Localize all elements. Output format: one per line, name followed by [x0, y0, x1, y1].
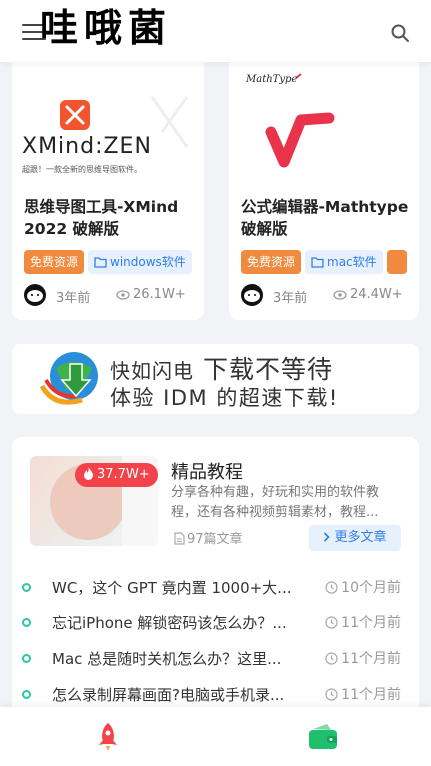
clock-icon	[325, 581, 338, 594]
rocket-icon[interactable]	[95, 722, 121, 752]
more-articles-button[interactable]: 更多文章	[309, 525, 401, 551]
view-count-value: 24.4W+	[350, 287, 403, 302]
view-count-value: 26.1W+	[133, 287, 186, 302]
section-description: 分享各种有趣，好玩和实用的软件教程，还有各种视频剪辑素材，教程...	[171, 485, 380, 520]
thumb-caption: 超跟！一款全新的思维导图软件。	[22, 165, 142, 174]
list-item[interactable]: 怎么录制屏幕画面?电脑或手机录... 11个月前	[22, 683, 402, 707]
site-logo[interactable]: 哇哦菌	[40, 8, 172, 48]
bullet-dot	[22, 654, 31, 663]
author-avatar[interactable]	[24, 284, 46, 306]
article-count: 97篇文章	[174, 528, 243, 547]
article-time: 10个月前	[325, 576, 401, 600]
clock-icon	[325, 652, 338, 665]
article-title[interactable]: Mac 总是随时关机怎么办？这里...	[52, 647, 304, 671]
post-card-xmind[interactable]: XMind:ZEN 超跟！一款全新的思维导图软件。	[12, 52, 204, 320]
folder-icon	[94, 257, 107, 268]
tag-free[interactable]: 免费资源	[24, 250, 85, 274]
view-count: 26.1W+	[116, 287, 186, 302]
banner-headline: 快如闪电 下载不等待	[110, 350, 333, 386]
banner-headline-b: 下载不等待	[194, 355, 333, 384]
tag-list: 免费资源 windows软件	[24, 250, 192, 274]
tag-list: 免费资源 mac软件	[241, 250, 419, 274]
view-count: 24.4W+	[333, 287, 403, 302]
banner-subline: 体验 IDM 的超速下载!	[110, 386, 339, 410]
section-title[interactable]: 精品教程	[171, 458, 243, 484]
clock-icon	[325, 688, 338, 701]
bullet-dot	[22, 583, 31, 592]
banner-headline-a: 快如闪电	[110, 359, 194, 383]
thumb-brand: XMind:ZEN	[22, 134, 152, 159]
idm-globe-icon	[39, 352, 98, 405]
post-thumbnail[interactable]: MathType	[229, 52, 419, 182]
clock-icon	[325, 616, 338, 629]
post-time: 3年前	[56, 291, 91, 306]
list-item[interactable]: Mac 总是随时关机怎么办？这里... 11个月前	[22, 647, 402, 671]
post-thumbnail[interactable]: XMind:ZEN 超跟！一款全新的思维导图软件。	[12, 52, 204, 182]
tag-free[interactable]: 免费资源	[241, 250, 302, 274]
eye-icon	[116, 290, 130, 300]
article-time-value: 11个月前	[341, 615, 401, 631]
top-header: 哇哦菌	[0, 0, 431, 62]
tag-category[interactable]: windows软件	[88, 250, 192, 274]
fire-icon	[84, 467, 93, 480]
post-title[interactable]: 公式编辑器-Mathtype 破解版	[241, 196, 417, 240]
tag-category-label: mac软件	[327, 255, 377, 269]
more-articles-label: 更多文章	[334, 530, 387, 545]
tag-category-label: windows软件	[110, 255, 186, 269]
list-item[interactable]: 忘记iPhone 解锁密码该怎么办？... 11个月前	[22, 611, 402, 635]
article-time: 11个月前	[325, 683, 401, 707]
article-time-value: 11个月前	[341, 687, 401, 703]
hot-count: 37.7W+	[97, 467, 150, 482]
document-icon	[174, 532, 185, 545]
tag-overflow[interactable]	[386, 250, 407, 274]
bullet-dot	[22, 690, 31, 699]
article-time-value: 11个月前	[341, 651, 401, 667]
chevron-right-icon	[324, 532, 331, 542]
folder-icon	[311, 257, 324, 268]
author-avatar[interactable]	[241, 284, 263, 306]
eye-icon	[333, 290, 347, 300]
article-title[interactable]: WC，这个 GPT 竟内置 1000+大...	[52, 576, 304, 600]
bottom-nav	[0, 707, 431, 766]
post-time: 3年前	[273, 291, 308, 306]
bullet-dot	[22, 618, 31, 627]
article-time: 11个月前	[325, 647, 401, 671]
search-icon[interactable]	[391, 24, 409, 42]
article-title[interactable]: 怎么录制屏幕画面?电脑或手机录...	[52, 683, 304, 707]
xmind-logo-icon	[60, 96, 189, 148]
article-time: 11个月前	[325, 611, 401, 635]
idm-ad-banner[interactable]: 快如闪电 下载不等待 体验 IDM 的超速下载!	[12, 344, 419, 414]
tag-category[interactable]: mac软件	[305, 250, 383, 274]
article-count-value: 97篇文章	[187, 532, 243, 547]
hot-badge: 37.7W+	[75, 463, 158, 487]
thumb-brand: MathType	[246, 74, 298, 85]
mathtype-logo-icon	[265, 73, 335, 168]
article-title[interactable]: 忘记iPhone 解锁密码该怎么办？...	[52, 611, 304, 635]
list-item[interactable]: WC，这个 GPT 竟内置 1000+大... 10个月前	[22, 576, 402, 600]
post-card-mathtype[interactable]: MathType	[229, 52, 419, 320]
article-time-value: 10个月前	[341, 580, 401, 596]
wallet-icon[interactable]	[307, 723, 339, 751]
post-title[interactable]: 思维导图工具-XMind 2022 破解版	[24, 196, 204, 240]
